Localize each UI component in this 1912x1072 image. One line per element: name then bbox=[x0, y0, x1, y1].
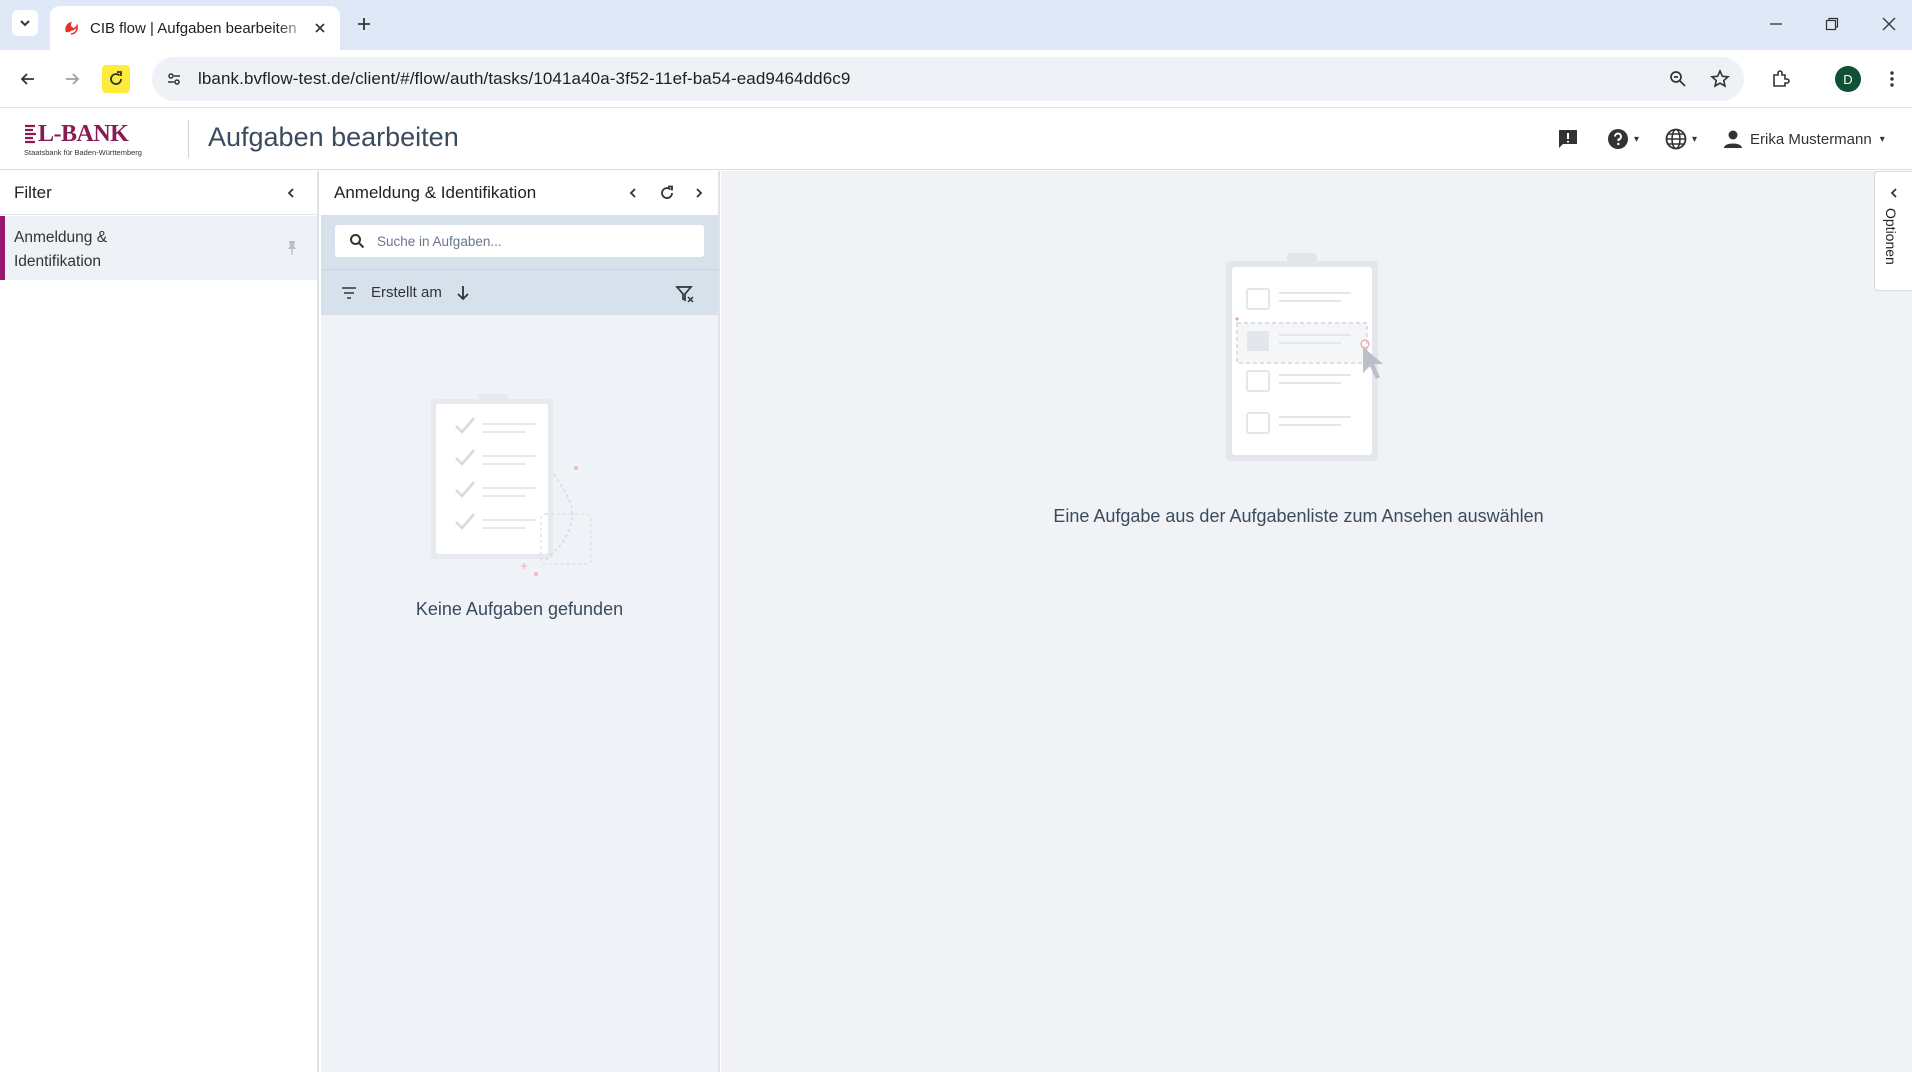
close-icon bbox=[1882, 17, 1896, 31]
task-list-tools: Erstellt am bbox=[321, 215, 718, 315]
chevron-left-icon bbox=[287, 188, 294, 198]
cib-flow-favicon-icon bbox=[65, 22, 78, 35]
empty-tasks-illustration bbox=[431, 394, 592, 576]
caret-down-icon: ▾ bbox=[1879, 133, 1885, 145]
collapse-filter-button[interactable] bbox=[281, 183, 301, 203]
profile-avatar[interactable]: D bbox=[1835, 66, 1861, 92]
sort-direction-button[interactable] bbox=[454, 284, 472, 302]
zoom-icon bbox=[1670, 71, 1686, 87]
sort-field-label[interactable]: Erstellt am bbox=[371, 284, 442, 301]
address-bar[interactable]: lbank.bvflow-test.de/client/#/flow/auth/… bbox=[152, 57, 1744, 101]
header-divider bbox=[188, 120, 189, 158]
chevron-left-icon bbox=[629, 188, 636, 198]
arrow-right-icon bbox=[66, 73, 80, 85]
person-icon bbox=[1724, 130, 1742, 148]
l-bank-logo[interactable]: L-BANK Staatsbank für Baden-Württemberg bbox=[24, 122, 166, 158]
sort-row: Erstellt am bbox=[321, 269, 718, 315]
chevron-down-icon bbox=[20, 20, 30, 27]
filter-funnel-icon bbox=[675, 286, 694, 303]
more-vertical-icon bbox=[1890, 71, 1894, 87]
filter-panel-header: Filter bbox=[0, 171, 317, 215]
refresh-icon bbox=[661, 185, 673, 199]
sort-lines-icon[interactable] bbox=[341, 286, 357, 300]
browser-tab-bar: CIB flow | Aufgaben bearbeiten bbox=[0, 0, 1912, 50]
window-close-button[interactable] bbox=[1877, 12, 1901, 36]
forward-button[interactable] bbox=[58, 65, 86, 93]
search-icon bbox=[350, 234, 365, 249]
back-button[interactable] bbox=[14, 65, 42, 93]
user-menu-button[interactable]: Erika Mustermann ▾ bbox=[1722, 126, 1885, 152]
logo-subtitle: Staatsbank für Baden-Württemberg bbox=[24, 148, 142, 157]
empty-tasks-message: Keine Aufgaben gefunden bbox=[415, 599, 624, 619]
caret-down-icon: ▾ bbox=[1692, 133, 1698, 145]
select-task-illustration bbox=[1226, 253, 1383, 461]
help-menu-button[interactable]: ▾ bbox=[1606, 126, 1639, 152]
arrow-left-icon bbox=[20, 73, 34, 85]
restore-icon bbox=[1825, 17, 1839, 31]
logo-wordmark: L-BANK bbox=[24, 122, 166, 146]
options-panel-toggle[interactable]: Optionen bbox=[1874, 171, 1912, 291]
star-icon bbox=[1710, 69, 1730, 88]
caret-down-icon: ▾ bbox=[1634, 133, 1640, 145]
chevron-left-icon bbox=[1890, 188, 1897, 198]
browser-tab-active[interactable]: CIB flow | Aufgaben bearbeiten bbox=[50, 6, 340, 50]
tab-list-button[interactable] bbox=[12, 10, 38, 36]
feedback-button[interactable] bbox=[1556, 126, 1580, 152]
filter-item-anmeldung-identifikation[interactable]: Anmeldung & Identifikation bbox=[0, 216, 317, 280]
browser-toolbar: lbank.bvflow-test.de/client/#/flow/auth/… bbox=[0, 50, 1912, 108]
filter-panel-title: Filter bbox=[14, 182, 52, 202]
bookmark-button[interactable] bbox=[1708, 67, 1732, 91]
tab-close-button[interactable] bbox=[310, 18, 330, 38]
feedback-icon bbox=[1559, 130, 1577, 148]
plus-icon bbox=[358, 18, 370, 30]
task-list-title: Anmeldung & Identifikation bbox=[334, 183, 537, 202]
new-tab-button[interactable] bbox=[352, 12, 376, 36]
advanced-filter-button[interactable] bbox=[674, 283, 696, 305]
help-icon bbox=[1608, 129, 1628, 149]
reload-icon bbox=[110, 71, 122, 85]
refresh-tasks-button[interactable] bbox=[657, 183, 677, 203]
puzzle-icon bbox=[1773, 70, 1790, 87]
pin-icon[interactable] bbox=[285, 240, 299, 256]
expand-task-list-button[interactable] bbox=[689, 183, 709, 203]
task-list-header: Anmeldung & Identifikation bbox=[321, 171, 718, 215]
url-text: lbank.bvflow-test.de/client/#/flow/auth/… bbox=[198, 69, 851, 88]
collapse-task-list-button[interactable] bbox=[623, 183, 643, 203]
options-label: Optionen bbox=[1883, 208, 1899, 265]
user-name: Erika Mustermann bbox=[1750, 130, 1872, 148]
lion-emblem-icon bbox=[25, 124, 36, 144]
site-info-button[interactable] bbox=[162, 67, 186, 91]
window-minimize-button[interactable] bbox=[1764, 12, 1788, 36]
browser-menu-button[interactable] bbox=[1878, 65, 1906, 93]
tab-title: CIB flow | Aufgaben bearbeiten bbox=[90, 19, 297, 37]
reload-button[interactable] bbox=[102, 65, 130, 93]
task-search-box[interactable] bbox=[335, 225, 704, 257]
arrow-down-icon bbox=[457, 285, 469, 300]
globe-icon bbox=[1665, 128, 1687, 150]
app-header: L-BANK Staatsbank für Baden-Württemberg … bbox=[0, 108, 1912, 170]
task-detail-area: Eine Aufgabe aus der Aufgabenliste zum A… bbox=[721, 171, 1912, 1072]
page-title: Aufgaben bearbeiten bbox=[208, 122, 459, 152]
zoom-button[interactable] bbox=[1666, 67, 1690, 91]
extensions-button[interactable] bbox=[1766, 65, 1794, 93]
filter-panel: Filter Anmeldung & Identifikation bbox=[0, 171, 319, 1072]
tune-icon bbox=[168, 73, 180, 85]
logo-text: L-BANK bbox=[38, 121, 129, 147]
select-task-message: Eine Aufgabe aus der Aufgabenliste zum A… bbox=[1053, 506, 1544, 526]
task-search-input[interactable] bbox=[377, 233, 677, 249]
chevron-right-icon bbox=[696, 188, 703, 198]
task-list-panel: Anmeldung & Identifikation Erstellt am bbox=[321, 171, 720, 1072]
minimize-icon bbox=[1770, 23, 1782, 25]
filter-item-label: Anmeldung & Identifikation bbox=[14, 229, 108, 270]
language-menu-button[interactable]: ▾ bbox=[1664, 126, 1697, 152]
window-restore-button[interactable] bbox=[1820, 12, 1844, 36]
close-icon bbox=[315, 23, 325, 33]
